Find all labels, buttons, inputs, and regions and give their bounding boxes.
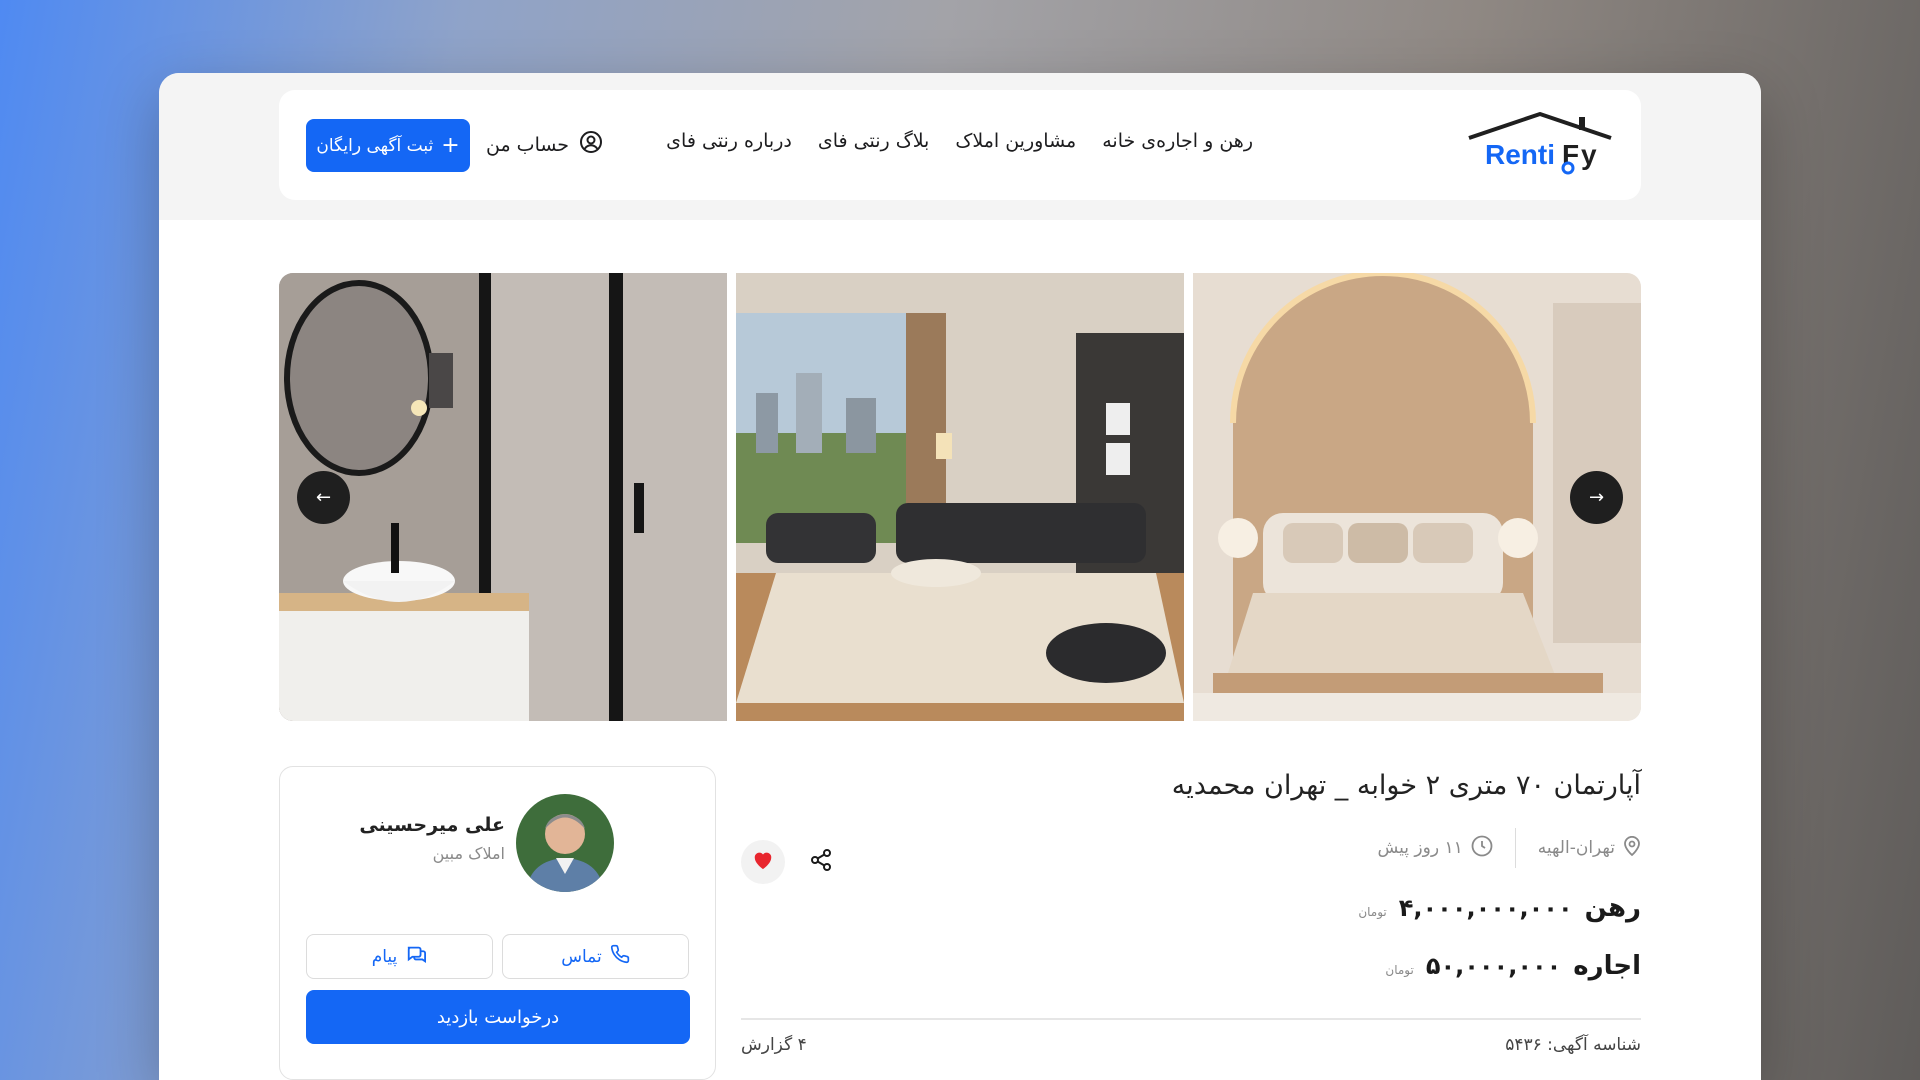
clock-icon	[1471, 835, 1493, 862]
living-room-photo[interactable]	[736, 273, 1184, 721]
ad-id: شناسه آگهی: ۵۴۳۶	[1505, 1035, 1641, 1055]
arrow-right-icon: →	[1588, 487, 1605, 508]
heart-icon	[752, 850, 774, 874]
map-pin-icon	[1623, 835, 1641, 861]
svg-text:y: y	[1581, 139, 1597, 170]
mortgage-row: رهن ۴,۰۰۰,۰۰۰,۰۰۰ تومان	[1358, 893, 1641, 923]
share-icon	[809, 848, 833, 876]
browser-window: Renti F y رهن و اجاره‌ی خانه مشاورین امل…	[159, 73, 1761, 1080]
posted-text: ۱۱ روز پیش	[1377, 838, 1463, 858]
navbar: Renti F y رهن و اجاره‌ی خانه مشاورین امل…	[279, 90, 1641, 200]
chat-icon	[405, 944, 427, 969]
rent-label: اجاره	[1573, 951, 1641, 981]
agent-agency: املاک مبین	[432, 844, 505, 863]
rentify-logo[interactable]: Renti F y	[1465, 108, 1615, 178]
mortgage-label: رهن	[1584, 893, 1641, 923]
arrow-left-icon: ←	[315, 487, 332, 508]
meta-separator	[1514, 828, 1516, 868]
listing-title: آپارتمان ۷۰ متری ۲ خوابه _ تهران محمدیه	[1171, 770, 1641, 801]
reports-count[interactable]: ۴ گزارش	[741, 1035, 807, 1055]
gallery-prev-button[interactable]: ←	[297, 471, 350, 524]
gallery-next-button[interactable]: →	[1570, 471, 1623, 524]
agent-card: علی میرحسینی املاک مبین تماس پیام درخواس…	[279, 766, 716, 1080]
account-link[interactable]: حساب من	[486, 130, 603, 159]
account-label: حساب من	[486, 133, 570, 156]
nav-link-rent[interactable]: رهن و اجاره‌ی خانه	[1102, 130, 1253, 152]
nav-link-agents[interactable]: مشاورین املاک	[955, 130, 1076, 152]
share-button[interactable]	[799, 840, 843, 884]
plus-icon: +	[441, 132, 460, 158]
nav-link-about[interactable]: درباره رنتی فای	[666, 130, 792, 152]
details-divider	[741, 1018, 1641, 1020]
post-ad-button[interactable]: + ثبت آگهی رایگان	[306, 119, 470, 172]
location-text: تهران-الهیه	[1537, 838, 1615, 858]
favorite-button[interactable]	[741, 840, 785, 884]
svg-text:Renti: Renti	[1485, 139, 1555, 170]
call-button[interactable]: تماس	[502, 934, 689, 979]
rent-row: اجاره ۵۰,۰۰۰,۰۰۰ تومان	[1385, 951, 1641, 981]
avatar	[516, 794, 614, 892]
listing-actions	[741, 840, 843, 884]
message-label: پیام	[371, 946, 398, 967]
user-circle-icon	[579, 130, 603, 159]
agent-name: علی میرحسینی	[359, 814, 505, 836]
phone-icon	[610, 944, 630, 969]
rent-currency: تومان	[1385, 963, 1414, 977]
nav-links: رهن و اجاره‌ی خانه مشاورین املاک بلاگ رن…	[666, 130, 1253, 152]
mortgage-currency: تومان	[1358, 905, 1387, 919]
location-info: تهران-الهیه	[1537, 835, 1641, 861]
nav-link-blog[interactable]: بلاگ رنتی فای	[818, 130, 930, 152]
posted-info: ۱۱ روز پیش	[1377, 835, 1493, 862]
rent-value: ۵۰,۰۰۰,۰۰۰	[1425, 952, 1562, 980]
message-button[interactable]: پیام	[306, 934, 493, 979]
listing-meta: تهران-الهیه ۱۱ روز پیش	[1377, 828, 1641, 868]
mortgage-value: ۴,۰۰۰,۰۰۰,۰۰۰	[1398, 894, 1573, 922]
post-ad-label: ثبت آگهی رایگان	[316, 135, 434, 156]
visit-request-button[interactable]: درخواست بازدید	[306, 990, 690, 1044]
call-label: تماس	[561, 946, 602, 967]
photo-gallery	[279, 273, 1641, 721]
